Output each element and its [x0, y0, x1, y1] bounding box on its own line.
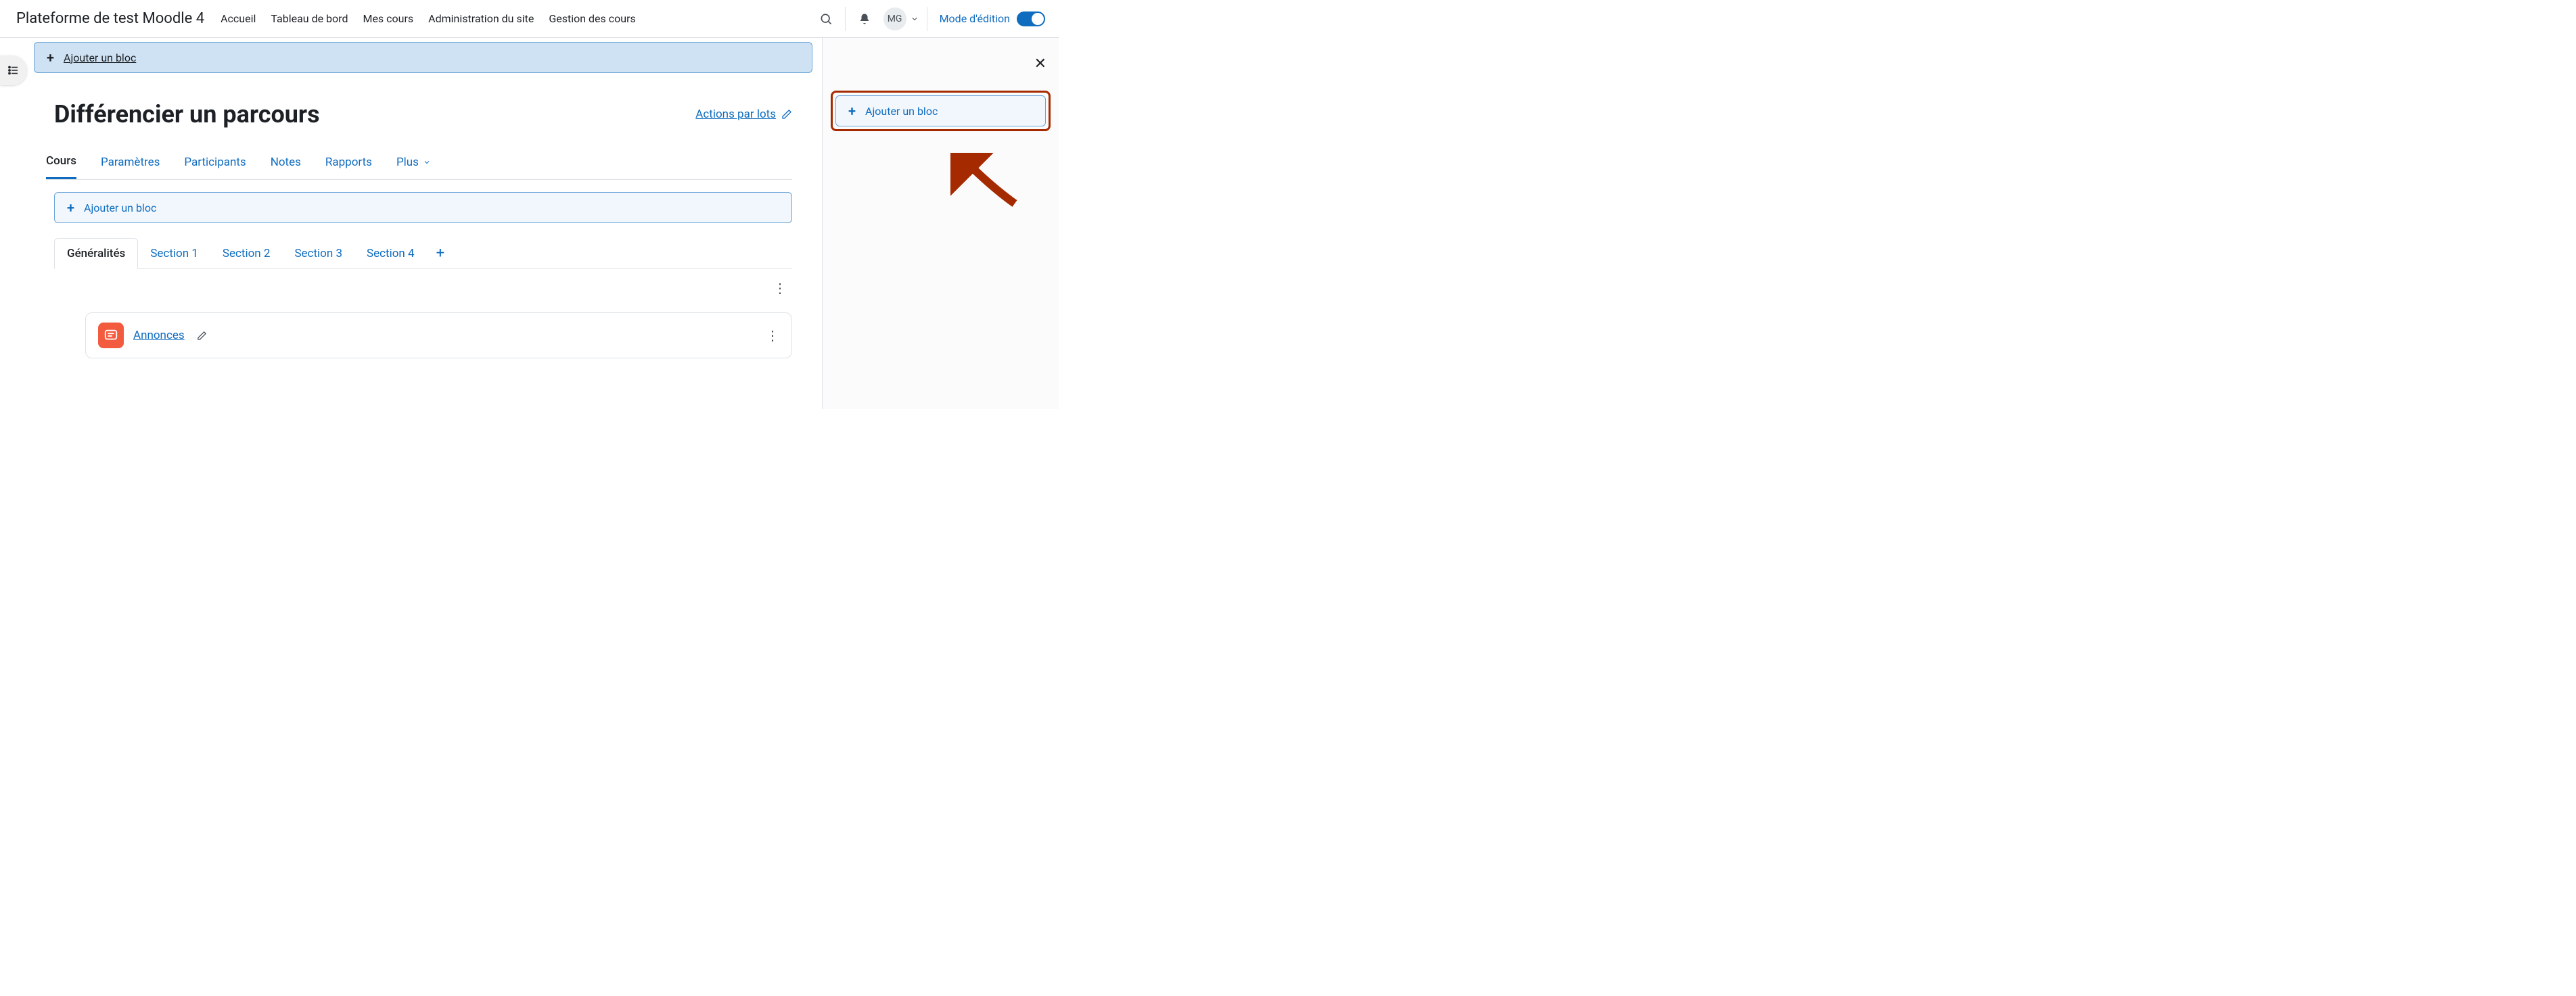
activity-card[interactable]: Annonces ⋮: [85, 312, 792, 358]
search-icon[interactable]: [811, 0, 841, 38]
add-block-label: Ajouter un bloc: [64, 51, 136, 64]
block-drawer: ✕ + Ajouter un bloc: [822, 38, 1059, 409]
avatar: MG: [883, 7, 906, 30]
add-block-content[interactable]: + Ajouter un bloc: [54, 192, 792, 223]
course-title: Différencier un parcours: [54, 100, 320, 128]
forum-icon: [98, 323, 124, 348]
top-navbar: Plateforme de test Moodle 4 Accueil Tabl…: [0, 0, 1059, 38]
edit-mode-label: Mode d'édition: [940, 12, 1010, 25]
add-section-button[interactable]: +: [427, 245, 454, 262]
course-header: Différencier un parcours Actions par lot…: [34, 73, 812, 128]
chevron-down-icon: [423, 158, 431, 166]
tab-more-label: Plus: [396, 156, 419, 169]
divider: [845, 7, 846, 31]
nav-home[interactable]: Accueil: [221, 12, 256, 25]
add-block-label: Ajouter un bloc: [865, 105, 938, 118]
tab-settings[interactable]: Paramètres: [101, 147, 160, 179]
section-tab-2[interactable]: Section 2: [210, 239, 283, 268]
pencil-icon: [197, 331, 207, 341]
bulk-actions-label: Actions par lots: [695, 108, 776, 121]
tab-course[interactable]: Cours: [46, 147, 76, 179]
highlight-annotation: + Ajouter un bloc: [831, 91, 1051, 131]
primary-nav: Accueil Tableau de bord Mes cours Admini…: [221, 12, 811, 25]
list-icon: [7, 64, 20, 76]
tab-reports[interactable]: Rapports: [325, 147, 372, 179]
nav-dashboard[interactable]: Tableau de bord: [271, 12, 348, 25]
edit-mode-toggle[interactable]: Mode d'édition: [932, 11, 1053, 26]
section-action-menu[interactable]: ⋮: [54, 273, 792, 299]
section-body: ⋮ Annonces ⋮: [54, 269, 792, 358]
close-icon: ✕: [1034, 55, 1046, 72]
chevron-down-icon: [911, 15, 919, 23]
main-region: + Ajouter un bloc Différencier un parcou…: [0, 38, 822, 409]
navbar-right: MG Mode d'édition: [811, 0, 1053, 37]
activity-action-menu[interactable]: ⋮: [766, 327, 779, 343]
section-tab-3[interactable]: Section 3: [282, 239, 354, 268]
tab-grades[interactable]: Notes: [271, 147, 301, 179]
section-tabs: Généralités Section 1 Section 2 Section …: [54, 238, 792, 269]
plus-icon: +: [848, 104, 856, 118]
nav-coursemgmt[interactable]: Gestion des cours: [549, 12, 635, 25]
add-block-label: Ajouter un bloc: [84, 201, 156, 214]
course-nav: Cours Paramètres Participants Notes Rapp…: [46, 147, 792, 180]
toggle-switch-on[interactable]: [1017, 11, 1045, 26]
tab-more[interactable]: Plus: [396, 147, 431, 179]
kebab-icon: ⋮: [773, 280, 787, 296]
close-drawer-button[interactable]: ✕: [1034, 57, 1046, 72]
kebab-icon: ⋮: [766, 327, 779, 343]
notifications-icon[interactable]: [850, 0, 879, 38]
nav-siteadmin[interactable]: Administration du site: [428, 12, 534, 25]
site-brand[interactable]: Plateforme de test Moodle 4: [16, 10, 204, 27]
edit-title-button[interactable]: [197, 331, 207, 341]
bulk-actions-link[interactable]: Actions par lots: [695, 108, 792, 121]
plus-icon: +: [67, 201, 74, 214]
section-tab-1[interactable]: Section 1: [138, 239, 210, 268]
user-menu[interactable]: MG: [879, 7, 923, 30]
nav-mycourses[interactable]: Mes cours: [363, 12, 413, 25]
tab-participants[interactable]: Participants: [184, 147, 246, 179]
arrow-annotation: [950, 153, 1018, 207]
section-tab-4[interactable]: Section 4: [354, 239, 427, 268]
add-block-right[interactable]: + Ajouter un bloc: [835, 95, 1046, 126]
plus-icon: +: [436, 245, 444, 262]
plus-icon: +: [47, 51, 54, 64]
page-body: + Ajouter un bloc Différencier un parcou…: [0, 38, 1059, 409]
section-tab-general[interactable]: Généralités: [54, 238, 138, 269]
activity-name[interactable]: Annonces: [133, 329, 185, 342]
add-block-top[interactable]: + Ajouter un bloc: [34, 42, 812, 73]
pencil-icon: [781, 109, 792, 120]
